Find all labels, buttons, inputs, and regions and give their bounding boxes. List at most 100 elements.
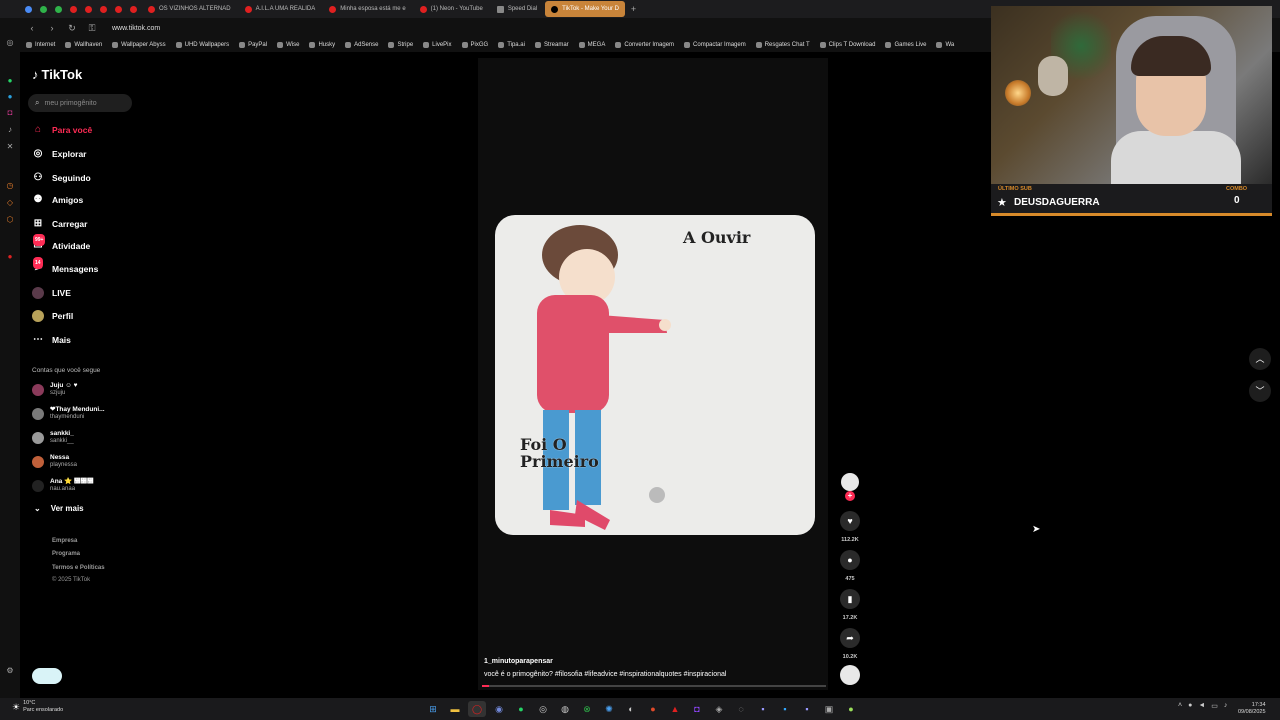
photoshop-icon[interactable]: ▪ (776, 701, 794, 717)
x-icon[interactable]: ✕ (5, 142, 15, 152)
like-button[interactable]: ♥ (840, 511, 860, 531)
footer-programa[interactable]: Programa (52, 551, 80, 557)
bookmark-item[interactable]: Wise (277, 42, 299, 48)
bookmark-item[interactable]: AdSense (345, 42, 378, 48)
bookmark-item[interactable]: Wallpaper Abyss (112, 42, 166, 48)
speaker-icon[interactable]: ♪ (1224, 702, 1228, 710)
back-icon[interactable]: ‹ (26, 23, 38, 33)
nav-mais[interactable]: ⋯ Mais (32, 332, 71, 348)
clock-icon[interactable]: ◷ (5, 181, 15, 191)
nav-mensagens[interactable]: ➢14Mensagens (32, 257, 98, 277)
app-icon[interactable]: ● (842, 701, 860, 717)
battlenet-icon[interactable]: ✺ (600, 701, 618, 717)
bookmark-item[interactable]: Internet (26, 42, 55, 48)
music-disc-icon[interactable] (840, 665, 860, 685)
downloads-icon[interactable]: ⬡ (5, 215, 15, 225)
new-tab-button[interactable]: + (627, 1, 640, 17)
tab-aila[interactable]: A.I.L.A UMA REALIDA (239, 1, 322, 17)
forward-icon[interactable]: › (46, 23, 58, 33)
nav-live[interactable]: LIVE (32, 285, 71, 301)
instagram-icon[interactable]: ◘ (5, 108, 15, 118)
bookmark-item[interactable]: Tipa.ai (498, 42, 525, 48)
share-button[interactable]: ➦ (840, 628, 860, 648)
app-icon[interactable]: ▣ (820, 701, 838, 717)
bookmark-item[interactable]: PixGG (461, 42, 488, 48)
bookmark-item[interactable]: Converter Imagem (615, 42, 674, 48)
steam-icon[interactable]: ◎ (534, 701, 552, 717)
bookmark-item[interactable]: Wallhaven (65, 42, 102, 48)
bookmark-item[interactable]: LivePix (423, 42, 452, 48)
nav-explorar[interactable]: ◎ Explorar (32, 146, 87, 162)
following-account[interactable]: Nessa playnessa (32, 454, 77, 469)
xbox-icon[interactable]: ⊗ (578, 701, 596, 717)
mic-icon[interactable]: ● (1188, 702, 1192, 710)
tab-icon-2[interactable] (37, 1, 50, 17)
bookmark-item[interactable]: Compactar Imagem (684, 42, 746, 48)
opera-taskbar-icon[interactable]: ◯ (468, 701, 486, 717)
previous-video-button[interactable]: ︿ (1249, 348, 1271, 370)
nav-seguindo[interactable]: ⚇ Seguindo (32, 170, 91, 186)
premiere-icon[interactable]: ▪ (754, 701, 772, 717)
url-field[interactable]: www.tiktok.com (112, 25, 160, 32)
tab-esposa[interactable]: Minha esposa está me e (323, 1, 411, 17)
reload-icon[interactable]: ↻ (66, 23, 78, 34)
bookmark-item[interactable]: Stripe (388, 42, 413, 48)
windows-start-icon[interactable]: ⊞ (424, 701, 442, 717)
comment-button[interactable]: ● (840, 550, 860, 570)
app-icon[interactable]: ◈ (710, 701, 728, 717)
file-explorer-icon[interactable]: ▬ (446, 701, 464, 717)
settings-icon[interactable]: ⚙ (5, 666, 15, 676)
tab-neon[interactable]: (1) Neon - YouTube (414, 1, 489, 17)
app-icon[interactable]: ◌ (732, 701, 750, 717)
bookmark-item[interactable]: UHD Wallpapers (175, 42, 229, 48)
search-input[interactable]: ⌕ meu primogênito (28, 94, 132, 112)
tiktok-logo[interactable]: ♪ TikTok (32, 67, 82, 82)
twitch-icon[interactable]: ◘ (688, 701, 706, 717)
video-progress-bar[interactable] (482, 685, 826, 687)
tab-icon-7[interactable] (112, 1, 125, 17)
coin-widget[interactable] (32, 668, 62, 684)
network-icon[interactable]: ▭ (1211, 702, 1218, 710)
app-icon[interactable]: ◐ (622, 701, 640, 717)
following-account[interactable]: ❤Thay Menduni... thaymenduni (32, 406, 105, 421)
bookmark-item[interactable]: Streamar (534, 42, 569, 48)
bookmark-item[interactable]: Wa (936, 42, 954, 48)
bookmark-item[interactable]: PayPal (239, 42, 267, 48)
bookmark-item[interactable]: Clips T Download (819, 42, 875, 48)
bookmark-item[interactable]: MEGA (578, 42, 605, 48)
obs-icon[interactable]: ◍ (556, 701, 574, 717)
video-author[interactable]: 1_minutoparapensar (484, 658, 553, 665)
save-button[interactable]: ▮ (840, 589, 860, 609)
following-account[interactable]: sankki_ sankki__ (32, 430, 74, 445)
media-encoder-icon[interactable]: ▪ (798, 701, 816, 717)
follow-plus-icon[interactable]: + (845, 491, 855, 501)
acrobat-icon[interactable]: ▲ (666, 701, 684, 717)
discord-icon[interactable]: ◉ (490, 701, 508, 717)
bookmark-item[interactable]: Husky (309, 42, 335, 48)
nav-carregar[interactable]: ⊞ Carregar (32, 216, 88, 232)
history-icon[interactable]: ◇ (5, 198, 15, 208)
tab-icon-1[interactable] (22, 1, 35, 17)
nav-para-voce[interactable]: ⌂ Para você (32, 122, 92, 138)
tab-icon-8[interactable] (127, 1, 140, 17)
bookmark-item[interactable]: Games Live (885, 42, 926, 48)
bookmark-item[interactable]: Resgates Chat T (755, 42, 810, 48)
taskbar-clock[interactable]: 17:34 09/08/2025 (1238, 702, 1266, 716)
telegram-icon[interactable]: ● (5, 92, 15, 102)
tab-icon-3[interactable] (52, 1, 65, 17)
tab-speed-dial[interactable]: Speed Dial (491, 1, 543, 17)
record-app-icon[interactable]: ● (644, 701, 662, 717)
chevron-up-icon[interactable]: ˄ (1178, 702, 1182, 710)
weather-widget[interactable]: ☀ 10°C Parc ensolarado (12, 700, 63, 714)
tab-icon-5[interactable] (82, 1, 95, 17)
tab-tiktok[interactable]: TikTok - Make Your D (545, 1, 625, 17)
following-account[interactable]: Juju ☺ ♥ szjuju (32, 382, 77, 397)
following-account[interactable]: Ana ⭐ ᲼᲼᲼ nau.anaa (32, 478, 94, 493)
footer-termos[interactable]: Termos e Políticas (52, 565, 105, 571)
record-icon[interactable]: ● (5, 252, 15, 262)
nav-perfil[interactable]: Perfil (32, 308, 73, 324)
tab-icon-4[interactable] (67, 1, 80, 17)
opera-icon[interactable]: ◎ (5, 38, 15, 48)
whatsapp-taskbar-icon[interactable]: ● (512, 701, 530, 717)
tiktok-rail-icon[interactable]: ♪ (5, 125, 15, 135)
